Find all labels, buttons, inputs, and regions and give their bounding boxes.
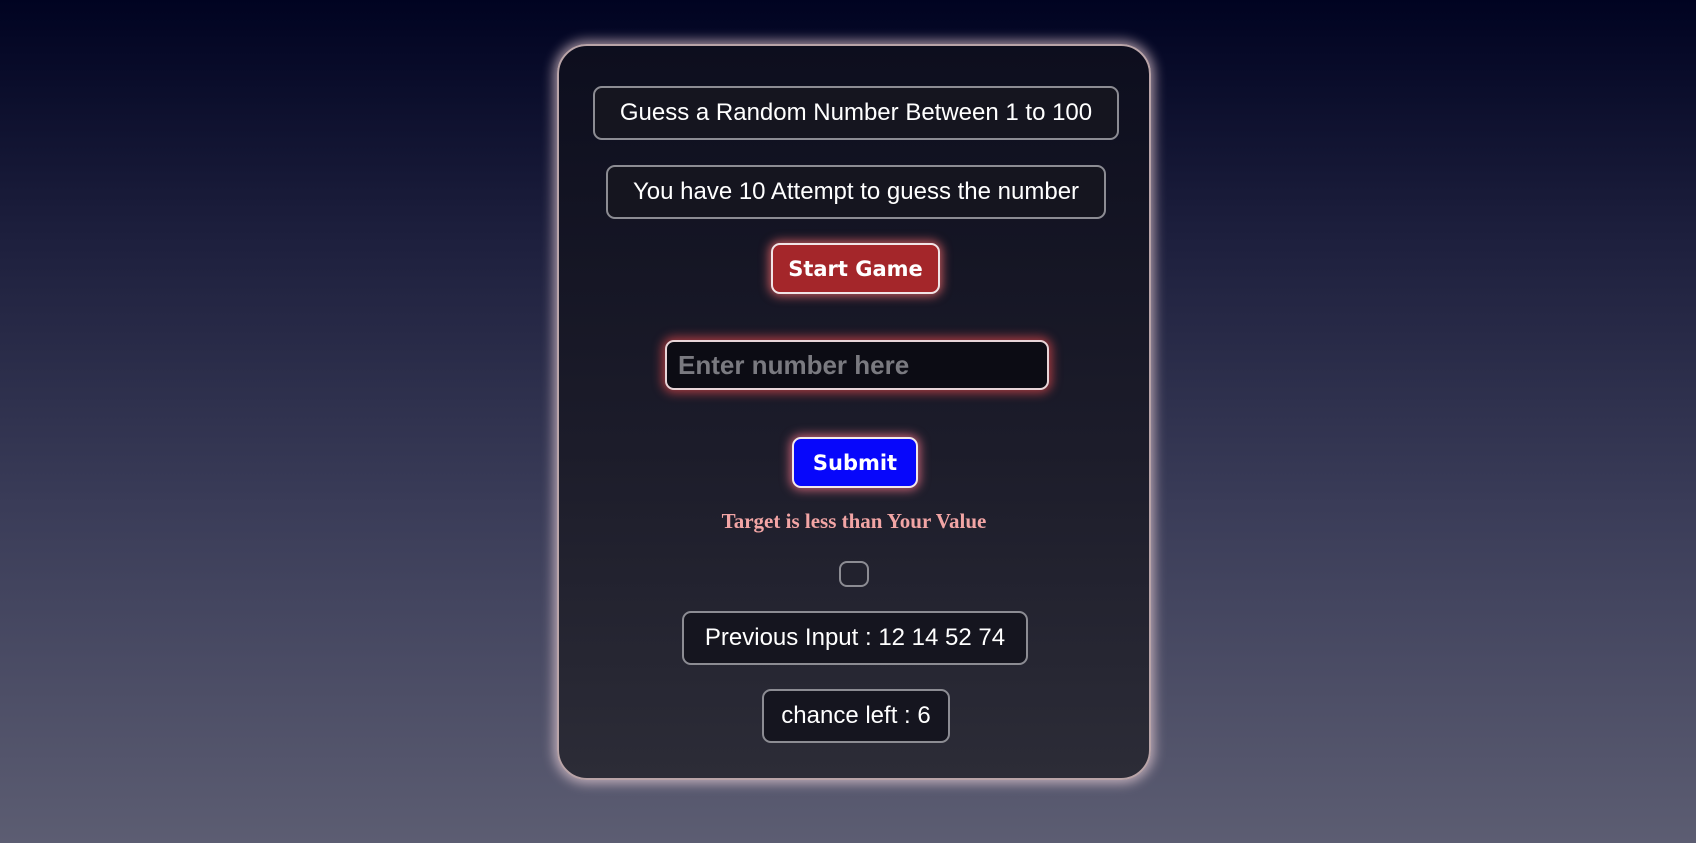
result-message-box [839, 561, 869, 587]
previous-inputs: Previous Input : 12 14 52 74 [682, 611, 1028, 665]
hint-message: Target is less than Your Value [721, 509, 987, 533]
chances-left: chance left : 6 [762, 689, 950, 743]
start-game-button[interactable]: Start Game [771, 243, 940, 294]
submit-button[interactable]: Submit [792, 437, 918, 488]
game-title: Guess a Random Number Between 1 to 100 [593, 86, 1119, 140]
number-input[interactable] [665, 340, 1049, 390]
game-card: Guess a Random Number Between 1 to 100 Y… [557, 44, 1151, 780]
attempts-info: You have 10 Attempt to guess the number [606, 165, 1106, 219]
